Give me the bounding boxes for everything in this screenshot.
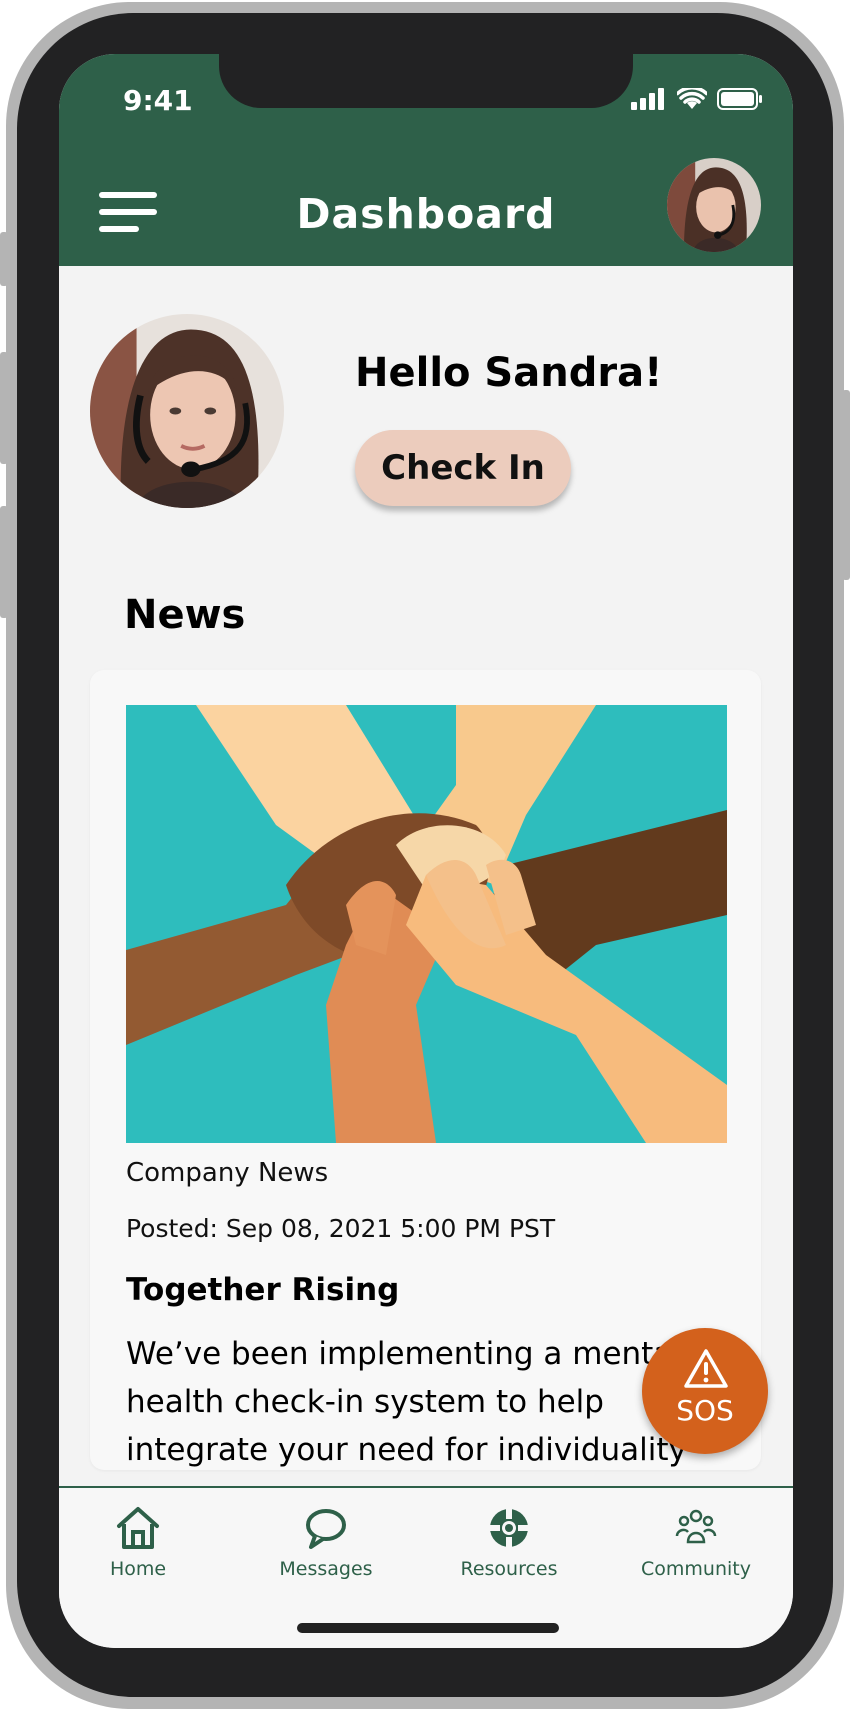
silent-switch [0, 232, 8, 286]
volume-down-button [0, 506, 8, 618]
home-indicator[interactable] [297, 1623, 559, 1633]
app-screen: 9:41 Dashboard Hello Sandra! Check In Ne… [59, 54, 793, 1648]
profile-avatar[interactable] [667, 158, 761, 252]
nav-home-label: Home [109, 1558, 167, 1580]
wifi-icon [677, 88, 707, 109]
lifebuoy-icon [490, 1509, 528, 1547]
nav-messages[interactable]: Messages [251, 1506, 401, 1580]
chat-bubble-icon [306, 1509, 346, 1549]
notch [219, 54, 633, 108]
sos-label: SOS [676, 1394, 734, 1427]
status-time: 9:41 [123, 84, 193, 117]
nav-community-label: Community [641, 1558, 751, 1580]
greeting-text: Hello Sandra! [355, 350, 663, 396]
news-image [126, 705, 727, 1143]
nav-home[interactable]: Home [63, 1506, 213, 1580]
warning-triangle-icon [684, 1349, 728, 1388]
news-posted-date: Posted: Sep 08, 2021 5:00 PM PST [126, 1214, 556, 1243]
news-body: We’ve been implementing a mental health … [126, 1336, 687, 1468]
news-heading: News [124, 592, 246, 638]
home-icon [117, 1507, 159, 1549]
nav-resources[interactable]: Resources [434, 1506, 584, 1580]
battery-icon [717, 88, 762, 110]
power-button [842, 390, 850, 580]
user-avatar [90, 314, 284, 508]
nav-messages-label: Messages [279, 1558, 373, 1580]
community-icon [675, 1509, 717, 1544]
status-icons [631, 88, 763, 110]
volume-up-button [0, 352, 8, 464]
signal-icon [631, 88, 664, 110]
check-in-button[interactable]: Check In [355, 430, 571, 506]
news-category: Company News [126, 1158, 329, 1188]
sos-button[interactable]: SOS [642, 1328, 768, 1454]
nav-resources-label: Resources [460, 1558, 558, 1580]
news-headline[interactable]: Together Rising [126, 1272, 399, 1308]
nav-community[interactable]: Community [621, 1506, 771, 1580]
app-header: 9:41 Dashboard [59, 54, 793, 266]
